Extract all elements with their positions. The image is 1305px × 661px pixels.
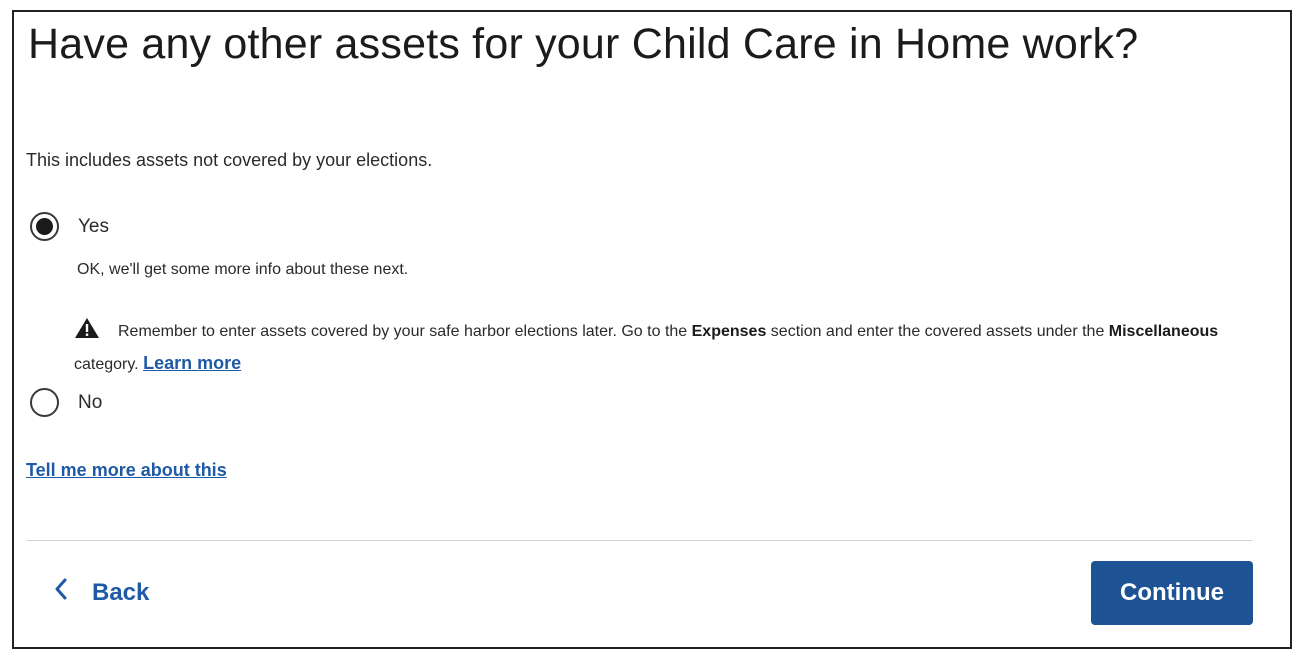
radio-button-yes[interactable] [30,212,59,241]
warning-text-part1: Remember to enter assets covered by your… [118,323,692,340]
yes-detail-text: OK, we'll get some more info about these… [77,261,409,278]
radio-option-yes[interactable]: Yes [30,212,109,241]
page-subtitle: This includes assets not covered by your… [26,150,433,170]
warning-bold-miscellaneous: Miscellaneous [1108,323,1219,340]
radio-label-no: No [78,391,103,413]
warning-message: Remember to enter assets covered by your… [74,317,1244,379]
warning-bold-expenses: Expenses [691,323,767,340]
learn-more-link[interactable]: Learn more [143,353,241,373]
back-button[interactable]: Back [54,578,149,607]
continue-button[interactable]: Continue [1091,561,1253,625]
radio-label-yes: Yes [78,215,109,237]
page-frame: Have any other assets for your Child Car… [12,10,1292,649]
back-button-label: Back [92,578,150,606]
radio-button-no[interactable] [30,388,59,417]
warning-text-part3: category. [74,356,144,373]
tell-me-more-link[interactable]: Tell me more about this [26,460,227,481]
page-title: Have any other assets for your Child Car… [28,20,1139,68]
footer-divider [26,540,1252,541]
chevron-left-icon [54,578,68,607]
warning-triangle-icon [74,317,100,349]
radio-option-no[interactable]: No [30,388,102,417]
warning-text-part2: section and enter the covered assets und… [766,323,1109,340]
